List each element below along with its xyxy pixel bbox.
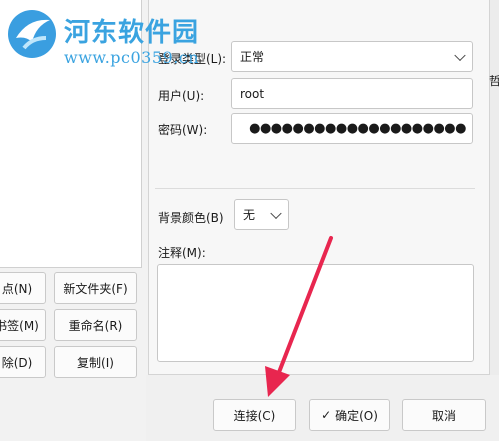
annotation-arrow-icon <box>265 236 333 397</box>
